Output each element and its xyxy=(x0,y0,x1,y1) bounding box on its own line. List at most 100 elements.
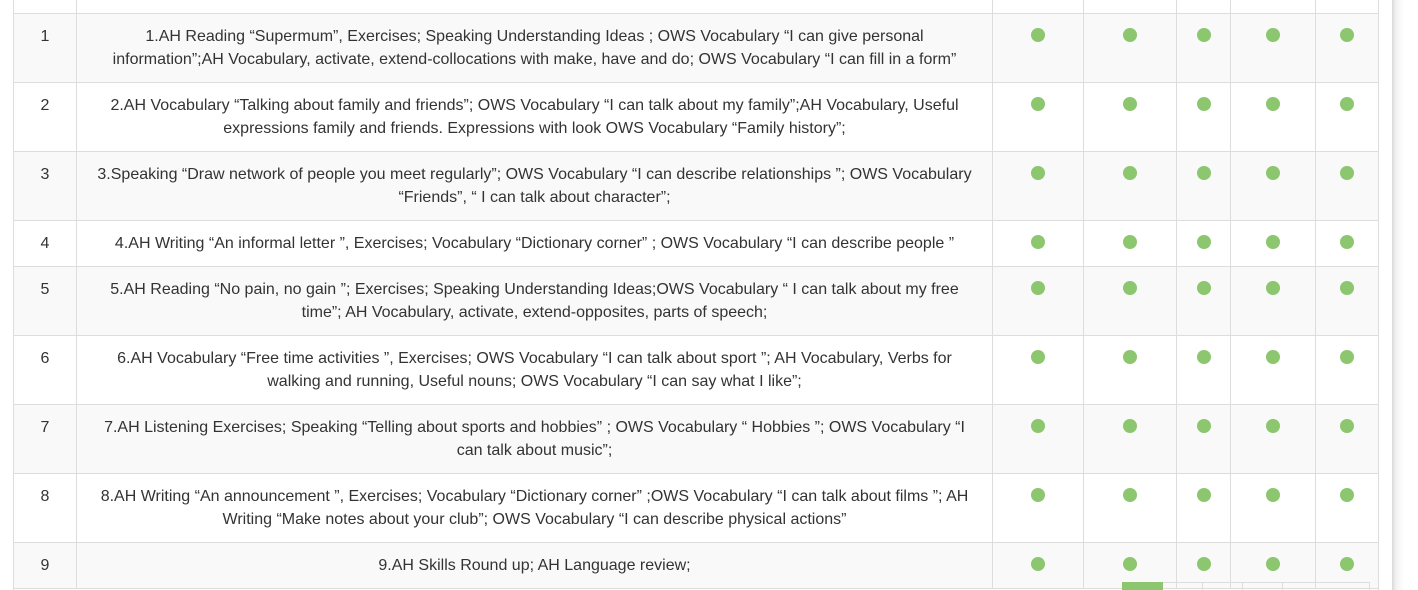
lesson-number: 7 xyxy=(13,404,77,474)
status-dot-icon xyxy=(1196,97,1211,111)
status-cell xyxy=(1315,151,1379,221)
status-dot-icon xyxy=(1266,28,1280,42)
status-cell xyxy=(1083,151,1177,221)
status-dot-icon xyxy=(1196,281,1211,295)
table-row: 4 4.AH Writing “An informal letter ”, Exe… xyxy=(13,220,1379,267)
lesson-topic: 4.AH Writing “An informal letter ”, Exer… xyxy=(76,220,993,267)
status-cell xyxy=(992,151,1084,221)
lesson-topic: 2.AH Vocabulary “Talking about family an… xyxy=(76,82,993,152)
status-cell xyxy=(1230,13,1316,83)
status-dot-icon xyxy=(1031,97,1045,111)
status-cell xyxy=(1083,473,1177,543)
status-dot-icon xyxy=(1031,419,1045,433)
status-cell xyxy=(1230,266,1316,336)
status-cell xyxy=(1176,404,1231,474)
lesson-topic: 7.AH Listening Exercises; Speaking “Tell… xyxy=(76,404,993,474)
status-dot-icon xyxy=(1196,235,1211,249)
lesson-number: 8 xyxy=(13,473,77,543)
status-dot-icon xyxy=(1123,28,1137,42)
lesson-topic: 6.AH Vocabulary “Free time activities ”,… xyxy=(76,335,993,405)
lesson-number: 2 xyxy=(13,82,77,152)
status-dot-icon xyxy=(1123,166,1137,180)
status-cell xyxy=(1176,220,1231,267)
status-dot-icon xyxy=(1266,281,1280,295)
lesson-topic: 3.Speaking “Draw network of people you m… xyxy=(76,151,993,221)
status-cell xyxy=(1176,266,1231,336)
status-cell xyxy=(1176,473,1231,543)
status-cell xyxy=(1083,404,1177,474)
header-cell-status-1 xyxy=(992,0,1084,14)
status-cell xyxy=(992,82,1084,152)
status-dot-icon xyxy=(1266,166,1280,180)
pagination xyxy=(1122,582,1370,590)
header-cell-status-2 xyxy=(1083,0,1177,14)
status-dot-icon xyxy=(1196,488,1211,502)
status-dot-icon xyxy=(1340,281,1354,295)
table-row: 3 3.Speaking “Draw network of people you … xyxy=(13,151,1379,221)
status-cell xyxy=(1176,13,1231,83)
status-cell xyxy=(1083,220,1177,267)
table-row: 1 1.AH Reading “Supermum”, Exercises; Spe… xyxy=(13,13,1379,83)
status-dot-icon xyxy=(1340,235,1354,249)
status-dot-icon xyxy=(1340,350,1354,364)
status-dot-icon xyxy=(1196,419,1211,433)
status-dot-icon xyxy=(1123,557,1137,571)
status-dot-icon xyxy=(1266,235,1280,249)
status-dot-icon xyxy=(1031,281,1045,295)
status-dot-icon xyxy=(1123,350,1137,364)
pagination-page[interactable] xyxy=(1163,582,1203,590)
lesson-number: 5 xyxy=(13,266,77,336)
table-row: 2 2.AH Vocabulary “Talking about family a… xyxy=(13,82,1379,152)
status-cell xyxy=(992,266,1084,336)
status-dot-icon xyxy=(1266,557,1280,571)
status-dot-icon xyxy=(1196,28,1211,42)
header-cell-status-5 xyxy=(1315,0,1379,14)
status-dot-icon xyxy=(1123,419,1137,433)
status-dot-icon xyxy=(1196,350,1211,364)
lesson-topic: 1.AH Reading “Supermum”, Exercises; Spea… xyxy=(76,13,993,83)
status-cell xyxy=(1176,335,1231,405)
status-cell xyxy=(1176,151,1231,221)
status-dot-icon xyxy=(1266,350,1280,364)
pagination-page[interactable] xyxy=(1203,582,1243,590)
table-row: 7 7.AH Listening Exercises; Speaking “Tel… xyxy=(13,404,1379,474)
pagination-next[interactable] xyxy=(1283,582,1370,590)
status-cell xyxy=(1230,220,1316,267)
status-cell xyxy=(992,404,1084,474)
status-dot-icon xyxy=(1031,350,1045,364)
status-cell xyxy=(1315,82,1379,152)
lesson-number: 4 xyxy=(13,220,77,267)
status-cell xyxy=(1230,82,1316,152)
status-cell xyxy=(1315,13,1379,83)
status-cell xyxy=(992,13,1084,83)
status-dot-icon xyxy=(1266,488,1280,502)
header-cell-status-4 xyxy=(1230,0,1316,14)
lesson-number: 1 xyxy=(13,13,77,83)
lesson-plan-table: 1 1.AH Reading “Supermum”, Exercises; Spe… xyxy=(13,0,1379,589)
status-cell xyxy=(992,335,1084,405)
lesson-topic: 5.AH Reading “No pain, no gain ”; Exerci… xyxy=(76,266,993,336)
status-dot-icon xyxy=(1123,488,1137,502)
status-cell xyxy=(1083,335,1177,405)
status-dot-icon xyxy=(1031,28,1045,42)
status-dot-icon xyxy=(1196,557,1211,571)
status-dot-icon xyxy=(1340,488,1354,502)
status-cell xyxy=(1315,335,1379,405)
pagination-page[interactable] xyxy=(1243,582,1283,590)
status-dot-icon xyxy=(1123,235,1137,249)
status-dot-icon xyxy=(1031,557,1045,571)
page-scroll-edge xyxy=(1392,0,1418,590)
status-cell xyxy=(1083,266,1177,336)
status-cell xyxy=(1230,151,1316,221)
lesson-number: 3 xyxy=(13,151,77,221)
status-cell xyxy=(1083,82,1177,152)
status-dot-icon xyxy=(1340,97,1354,111)
table-row: 6 6.AH Vocabulary “Free time activities ”… xyxy=(13,335,1379,405)
pagination-page-active[interactable] xyxy=(1122,582,1163,590)
status-dot-icon xyxy=(1123,97,1137,111)
lesson-number: 6 xyxy=(13,335,77,405)
table-row: 5 5.AH Reading “No pain, no gain ”; Exerc… xyxy=(13,266,1379,336)
status-cell xyxy=(992,220,1084,267)
header-cell-topic xyxy=(76,0,993,14)
status-dot-icon xyxy=(1340,557,1354,571)
